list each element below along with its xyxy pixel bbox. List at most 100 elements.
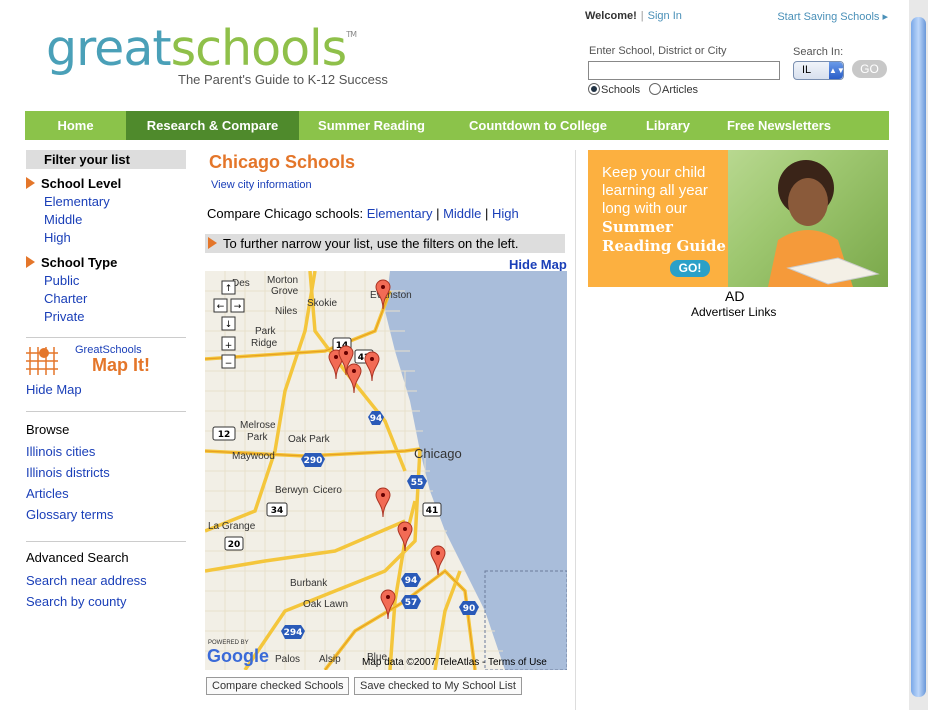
svg-text:↑: ↑ <box>225 284 233 294</box>
logo-schools: schools <box>170 20 348 77</box>
svg-text:Alsip: Alsip <box>319 654 341 665</box>
compare-prefix: Compare Chicago schools: <box>207 206 364 221</box>
compare-line: Compare Chicago schools: Elementary | Mi… <box>207 206 519 221</box>
page-title: Chicago Schools <box>209 152 356 172</box>
save-checked-button[interactable]: Save checked to My School List <box>354 677 522 695</box>
filter-public[interactable]: Public <box>44 273 79 288</box>
svg-text:−: − <box>225 359 233 369</box>
browse-illinois-cities[interactable]: Illinois cities <box>26 444 95 459</box>
svg-text:Cicero: Cicero <box>313 485 342 496</box>
welcome-text: Welcome! <box>585 10 637 22</box>
svg-text:20: 20 <box>228 540 241 550</box>
radio-schools[interactable]: Schools <box>588 83 640 96</box>
nav-research-compare[interactable]: Research & Compare <box>126 111 299 140</box>
triangle-icon <box>26 177 35 189</box>
radio-articles-label: Articles <box>662 84 699 96</box>
svg-text:←: ← <box>217 302 225 312</box>
search-input[interactable] <box>588 61 780 80</box>
nav-countdown-college[interactable]: Countdown to College <box>444 111 632 140</box>
hide-map-link-sidebar[interactable]: Hide Map <box>26 382 82 397</box>
start-saving-link[interactable]: Start Saving Schools ▸ <box>777 10 888 23</box>
svg-text:+: + <box>225 341 233 351</box>
svg-text:34: 34 <box>271 506 284 516</box>
nav-summer-reading[interactable]: Summer Reading <box>299 111 444 140</box>
nav-newsletters[interactable]: Free Newsletters <box>704 111 854 140</box>
radio-articles[interactable]: Articles <box>649 83 698 96</box>
advanced-search-title: Advanced Search <box>26 550 129 565</box>
svg-text:294: 294 <box>284 628 303 638</box>
search-by-county[interactable]: Search by county <box>26 594 126 609</box>
svg-text:Berwyn: Berwyn <box>275 485 308 496</box>
svg-text:Evanston: Evanston <box>370 290 412 301</box>
compare-middle[interactable]: Middle <box>443 206 481 221</box>
filter-middle[interactable]: Middle <box>44 212 82 227</box>
browse-illinois-districts[interactable]: Illinois districts <box>26 465 110 480</box>
scrollbar-thumb[interactable] <box>911 17 926 697</box>
logo-tm: TM <box>346 30 357 39</box>
summer-reading-ad[interactable]: Keep your child learning all year long w… <box>588 150 888 287</box>
column-divider <box>575 150 576 710</box>
svg-text:Oak Lawn: Oak Lawn <box>303 599 348 610</box>
sign-in-link[interactable]: Sign In <box>648 10 682 22</box>
select-arrows-icon: ▲▼ <box>829 62 845 79</box>
welcome-bar: Welcome! | Sign In <box>585 10 682 22</box>
narrow-hint-bar: To further narrow your list, use the fil… <box>205 234 565 253</box>
go-button[interactable]: GO <box>852 60 887 78</box>
main-nav: Home Research & Compare Summer Reading C… <box>25 111 889 140</box>
map-attribution: Map data ©2007 TeleAtlas - Terms of Use <box>362 657 547 668</box>
ad-text-bold: Summer Reading Guide <box>602 218 726 255</box>
search-in-label: Search In: <box>793 46 844 58</box>
child-reading-icon <box>768 160 880 287</box>
state-select[interactable]: IL ▲▼ <box>793 61 845 80</box>
school-level-label: School Level <box>41 176 122 191</box>
svg-text:↓: ↓ <box>225 320 233 330</box>
svg-text:→: → <box>234 302 242 312</box>
view-city-info-link[interactable]: View city information <box>211 179 312 191</box>
radio-selected-icon <box>588 83 600 95</box>
school-type-label: School Type <box>41 255 118 270</box>
browse-articles[interactable]: Articles <box>26 486 69 501</box>
svg-text:Chicago: Chicago <box>414 446 462 461</box>
nav-home[interactable]: Home <box>25 111 126 140</box>
browse-glossary[interactable]: Glossary terms <box>26 507 113 522</box>
school-level-title: School Level <box>26 176 121 191</box>
nav-library[interactable]: Library <box>632 111 704 140</box>
compare-high[interactable]: High <box>492 206 519 221</box>
ad-go-button[interactable]: GO! <box>670 260 710 277</box>
compare-checked-button[interactable]: Compare checked Schools <box>206 677 350 695</box>
divider <box>26 337 186 338</box>
filter-elementary[interactable]: Elementary <box>44 194 110 209</box>
hide-map-link[interactable]: Hide Map <box>509 257 567 272</box>
ad-text-line: Keep your child learning all year long w… <box>602 164 708 217</box>
triangle-icon <box>26 256 35 268</box>
svg-text:94: 94 <box>370 414 383 424</box>
browse-title: Browse <box>26 422 70 437</box>
svg-text:La Grange: La Grange <box>208 521 256 532</box>
filter-heading-text: Filter your list <box>44 152 130 167</box>
ad-child-photo <box>728 150 888 287</box>
svg-text:Park: Park <box>247 432 269 443</box>
divider <box>26 411 186 412</box>
greatschools-logo[interactable]: greatschoolsTM <box>46 20 357 77</box>
search-label: Enter School, District or City <box>589 45 727 57</box>
search-near-address[interactable]: Search near address <box>26 573 147 588</box>
svg-text:Grove: Grove <box>271 286 299 297</box>
svg-text:Maywood: Maywood <box>232 451 275 462</box>
svg-text:Morton: Morton <box>267 275 298 286</box>
tagline: The Parent's Guide to K-12 Success <box>178 72 388 87</box>
svg-text:94: 94 <box>405 576 418 586</box>
advertiser-links[interactable]: Advertiser Links <box>691 305 776 319</box>
map-grid-icon <box>26 347 58 375</box>
school-type-title: School Type <box>26 255 117 270</box>
filter-heading: Filter your list <box>26 150 186 169</box>
svg-text:Burbank: Burbank <box>290 578 328 589</box>
svg-text:Niles: Niles <box>275 306 297 317</box>
filter-high[interactable]: High <box>44 230 71 245</box>
compare-elementary[interactable]: Elementary <box>367 206 433 221</box>
school-map[interactable]: 14 42 94 12 290 55 41 34 20 94 57 90 294… <box>205 271 567 670</box>
filter-private[interactable]: Private <box>44 309 84 324</box>
svg-text:41: 41 <box>426 506 439 516</box>
filter-charter[interactable]: Charter <box>44 291 87 306</box>
ad-label: AD <box>725 288 745 304</box>
svg-text:Melrose: Melrose <box>240 420 276 431</box>
